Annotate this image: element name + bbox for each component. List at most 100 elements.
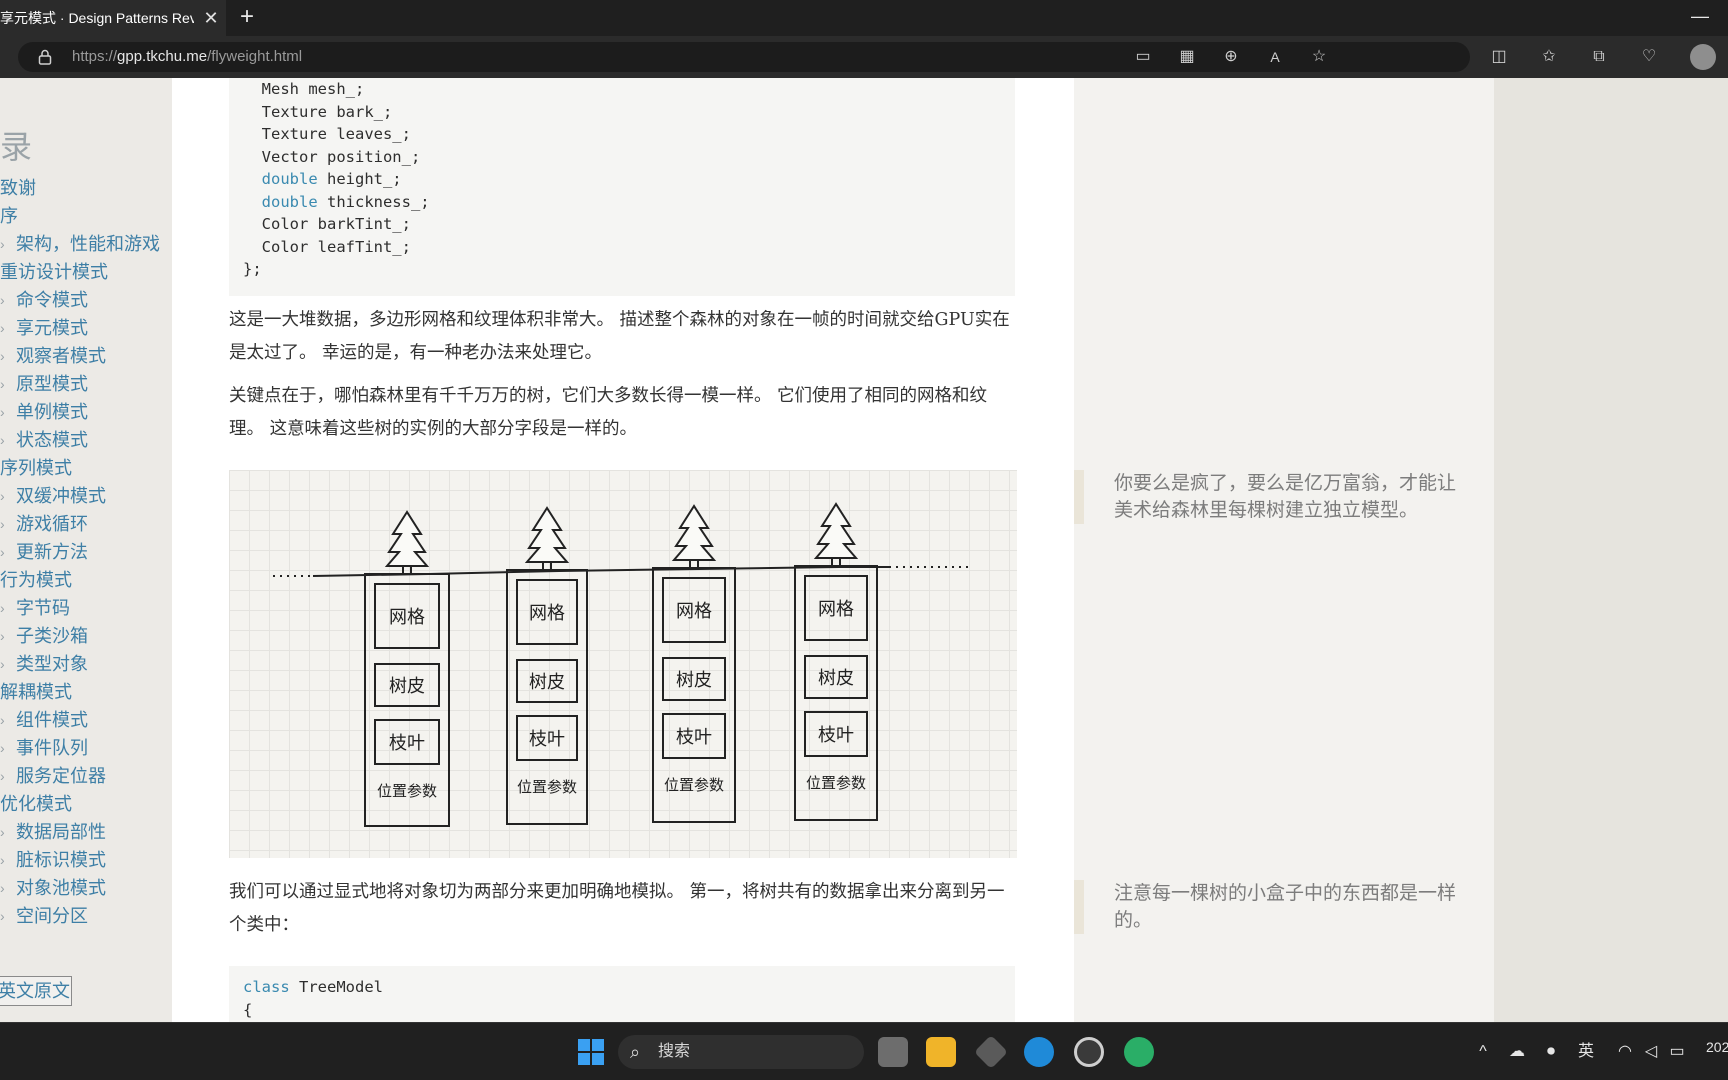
code-line: Color leafTint_; — [243, 236, 1015, 259]
code-line: Mesh mesh_; — [243, 78, 1015, 101]
aside-text-1: 你要么是疯了，要么是亿万富翁，才能让美术给森林里每棵树建立独立模型。 — [1114, 473, 1457, 521]
sidebar-item[interactable]: › 观察者模式 — [0, 342, 172, 370]
bullet-icon: › — [0, 376, 5, 392]
close-tab-icon[interactable]: ✕ — [200, 0, 222, 36]
volume-icon[interactable]: ◁ — [1640, 1041, 1662, 1063]
wifi-icon[interactable]: ◠ — [1614, 1041, 1636, 1063]
sidebar-item[interactable]: › 组件模式 — [0, 706, 172, 734]
search-label: 搜索 — [658, 1043, 691, 1060]
new-tab-icon[interactable]: + — [236, 0, 258, 36]
bullet-icon: › — [0, 740, 5, 756]
sidebar-item[interactable]: › 数据局部性 — [0, 818, 172, 846]
onedrive-icon[interactable]: ☁ — [1506, 1041, 1528, 1063]
health-icon[interactable]: ♡ — [1638, 46, 1660, 68]
url-prefix: https:// — [72, 48, 118, 65]
sidebar-item[interactable]: › 架构，性能和游戏 — [0, 230, 172, 258]
battery-icon[interactable]: ▭ — [1666, 1041, 1688, 1063]
sidebar-item[interactable]: › 空间分区 — [0, 902, 172, 930]
sidebar-item[interactable]: 序 — [0, 202, 172, 230]
sidebar-item-label: 类型对象 — [16, 654, 88, 674]
read-aloud-icon[interactable]: A — [1264, 46, 1286, 68]
lock-icon[interactable] — [38, 49, 52, 65]
data-box-label: 枝叶 — [818, 725, 854, 746]
sidebar-item[interactable]: › 类型对象 — [0, 650, 172, 678]
paragraph-3: 我们可以通过显式地将对象切为两部分来更加明确地模拟。 第一，将树共有的数据拿出来… — [229, 882, 1005, 935]
microphone-icon[interactable]: ⏺ — [1542, 1041, 1560, 1063]
sidebar-item-label: 观察者模式 — [16, 346, 106, 366]
favorites-icon[interactable]: ✩ — [1538, 46, 1560, 68]
data-box-label: 枝叶 — [676, 727, 712, 748]
sidebar-item[interactable]: 重访设计模式 — [0, 258, 172, 286]
sidebar-item-label: 序 — [0, 206, 18, 226]
bullet-icon: › — [0, 656, 5, 672]
clock[interactable]: 202 — [1706, 1039, 1728, 1055]
windows-start-icon[interactable] — [578, 1039, 604, 1065]
file-explorer-icon[interactable] — [926, 1037, 956, 1067]
sidebar-item[interactable]: › 脏标识模式 — [0, 846, 172, 874]
tree-trunk — [542, 562, 552, 570]
sidebar-item[interactable]: › 服务定位器 — [0, 762, 172, 790]
sidebar-item[interactable]: 序列模式 — [0, 454, 172, 482]
code-text: Mesh mesh_; — [243, 80, 365, 98]
toc-list: 致谢序 › 架构，性能和游戏 重访设计模式 › 命令模式 › 享元模式 › 观察者模式 › 原型模式 ›… — [0, 174, 172, 930]
obs-icon[interactable] — [1074, 1037, 1104, 1067]
bullet-icon: › — [0, 292, 5, 308]
sidebar-item-label: 序列模式 — [0, 458, 72, 478]
split-screen-icon[interactable]: ◫ — [1488, 46, 1510, 68]
sidebar-item-label: 对象池模式 — [16, 878, 106, 898]
cast-icon[interactable]: ▭ — [1132, 46, 1154, 68]
tray-expand-icon[interactable]: ^ — [1474, 1041, 1492, 1063]
sidebar-item[interactable]: › 游戏循环 — [0, 510, 172, 538]
sidebar-item-label: 双缓冲模式 — [16, 486, 106, 506]
sidebar-item[interactable]: › 享元模式 — [0, 314, 172, 342]
sidebar-item-label: 重访设计模式 — [0, 262, 108, 282]
sidebar-item[interactable]: › 原型模式 — [0, 370, 172, 398]
code-line: double thickness_; — [243, 191, 1015, 214]
profile-avatar[interactable] — [1690, 44, 1716, 70]
sidebar-item[interactable]: 解耦模式 — [0, 678, 172, 706]
wechat-icon[interactable] — [1124, 1037, 1154, 1067]
task-view-icon[interactable] — [878, 1037, 908, 1067]
sidebar-item[interactable]: › 子类沙箱 — [0, 622, 172, 650]
url-field[interactable]: https://gpp.tkchu.me/flyweight.html ▭ ▦ … — [18, 42, 1470, 72]
sidebar-item-label: 优化模式 — [0, 794, 72, 814]
taskbar-search[interactable]: ⌕ 搜索 — [618, 1035, 864, 1069]
bullet-icon: › — [0, 712, 5, 728]
edge-browser-icon[interactable] — [1024, 1037, 1054, 1067]
tab-active[interactable]: 享元模式 · Design Patterns Revisi ✕ — [0, 0, 226, 36]
zoom-icon[interactable]: ⊕ — [1220, 46, 1242, 68]
sidebar-item[interactable]: › 对象池模式 — [0, 874, 172, 902]
code-text: thickness_; — [317, 192, 430, 211]
original-text-button[interactable]: 英文原文 — [0, 976, 72, 1006]
sidebar-item[interactable]: 行为模式 — [0, 566, 172, 594]
sidebar-item[interactable]: › 状态模式 — [0, 426, 172, 454]
minimize-icon[interactable]: — — [1690, 0, 1710, 36]
apps-icon[interactable]: ▦ — [1176, 46, 1198, 68]
paragraph-1: 这是一大堆数据，多边形网格和纹理体积非常大。 描述整个森林的对象在一帧的时间就交… — [229, 310, 1010, 363]
data-box-label: 树皮 — [529, 672, 565, 693]
sidebar-item[interactable]: 致谢 — [0, 174, 172, 202]
app-icon[interactable] — [974, 1035, 1008, 1069]
sidebar-item[interactable]: 优化模式 — [0, 790, 172, 818]
favorite-star-icon[interactable]: ☆ — [1308, 46, 1330, 68]
sidebar-item-label: 命令模式 — [16, 290, 88, 310]
tree-trunk — [831, 558, 841, 566]
sidebar-item[interactable]: › 更新方法 — [0, 538, 172, 566]
bullet-icon: › — [0, 404, 5, 420]
code-block-treemodel: class TreeModel { — [229, 966, 1015, 1022]
url-path: /flyweight.html — [207, 48, 303, 65]
search-icon: ⌕ — [630, 1042, 641, 1062]
data-box-label: 网格 — [818, 599, 854, 620]
sidebar-item[interactable]: › 双缓冲模式 — [0, 482, 172, 510]
data-box-label: 树皮 — [676, 670, 712, 691]
ime-indicator[interactable]: 英 — [1576, 1041, 1596, 1063]
sidebar-item[interactable]: › 字节码 — [0, 594, 172, 622]
sidebar-item[interactable]: › 命令模式 — [0, 286, 172, 314]
aside-bar — [1074, 470, 1084, 524]
sidebar-item-label: 单例模式 — [16, 402, 88, 422]
collections-icon[interactable]: ⧉ — [1588, 46, 1610, 68]
paragraph-2: 关键点在于，哪怕森林里有千千万万的树，它们大多数长得一模一样。 它们使用了相同的… — [229, 386, 988, 439]
code-line: Color barkTint_; — [243, 213, 1015, 236]
sidebar-item[interactable]: › 事件队列 — [0, 734, 172, 762]
sidebar-item[interactable]: › 单例模式 — [0, 398, 172, 426]
